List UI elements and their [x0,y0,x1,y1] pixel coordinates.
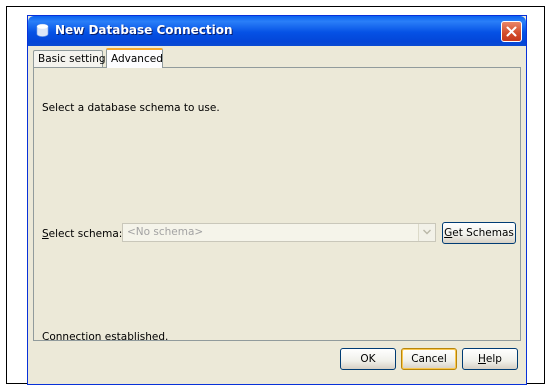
schema-label: Select schema: [42,228,122,240]
close-icon [506,26,517,37]
schema-dropdown-button[interactable] [418,224,435,241]
dialog-window: New Database Connection Basic setting Ad… [27,15,527,385]
close-button[interactable] [501,21,522,42]
tab-advanced[interactable]: Advanced [106,48,163,68]
help-button[interactable]: Help [462,348,518,370]
help-label: elp [485,353,502,365]
chevron-down-icon [423,229,431,235]
get-schemas-button[interactable]: Get Schemas [442,222,516,244]
get-schemas-label: et Schemas [452,227,514,239]
title-bar[interactable]: New Database Connection [28,16,526,46]
schema-select[interactable]: <No schema> [122,223,436,242]
schema-select-value: <No schema> [127,226,204,238]
help-mnemonic: H [478,353,486,365]
cancel-button[interactable]: Cancel [401,348,457,370]
status-text: Connection established. [42,331,169,343]
advanced-panel: Select a database schema to use. Select … [33,67,521,343]
database-icon [36,23,49,37]
window-title: New Database Connection [55,23,233,37]
schema-label-mnemonic: S [42,228,49,240]
ok-button[interactable]: OK [340,348,396,370]
intro-text: Select a database schema to use. [42,102,220,114]
tab-basic-setting[interactable]: Basic setting [33,50,106,67]
schema-label-text: elect schema: [48,228,123,240]
